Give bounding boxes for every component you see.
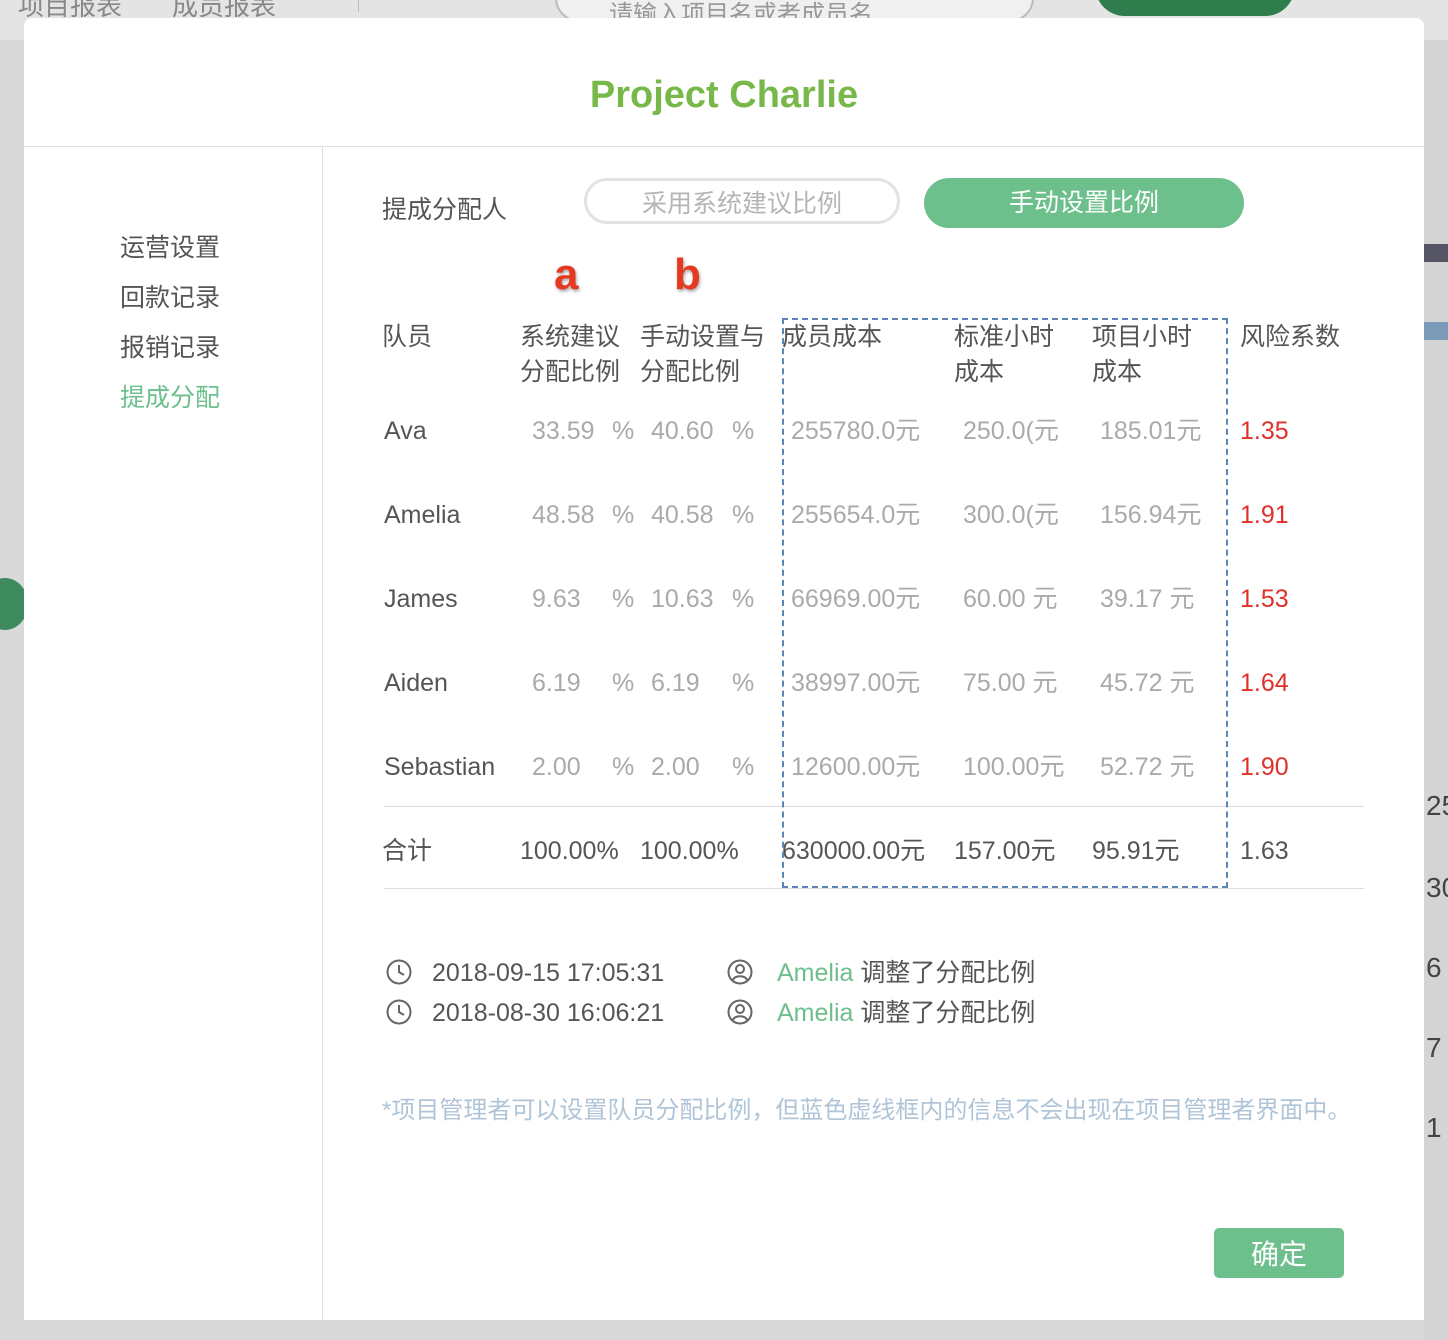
- header-member: 队员: [382, 323, 433, 351]
- percent-sign: %: [732, 585, 755, 613]
- system-ratio-value: 9.63: [532, 585, 581, 613]
- system-ratio-value: 6.19: [532, 669, 581, 697]
- percent-sign: %: [732, 669, 755, 697]
- header-system-ratio-line1: 系统建议: [520, 323, 621, 351]
- commission-assigner-label: 提成分配人: [382, 196, 508, 224]
- sidebar-item-payment-records[interactable]: 回款记录: [120, 278, 220, 314]
- header-divider: [24, 146, 1424, 147]
- manual-ratio-value[interactable]: 10.63: [651, 584, 714, 614]
- bg-number: 6: [1426, 952, 1442, 983]
- modal-title: Project Charlie: [589, 74, 859, 116]
- sidebar-divider: [322, 147, 323, 1320]
- header-risk: 风险系数: [1240, 323, 1341, 351]
- percent-sign: %: [732, 753, 755, 781]
- system-ratio-value: 33.59: [532, 417, 595, 445]
- header-manual-ratio-line1: 手动设置与: [640, 323, 766, 351]
- clock-icon: [386, 999, 412, 1025]
- log-user[interactable]: Amelia: [777, 999, 853, 1027]
- header-system-ratio-line2: 分配比例: [520, 358, 621, 386]
- manual-ratio-value[interactable]: 40.60: [651, 416, 714, 446]
- log-entry: Amelia 调整了分配比例: [777, 958, 1035, 988]
- member-name: Amelia: [384, 501, 461, 529]
- bg-green-button[interactable]: [1095, 0, 1295, 16]
- bg-blue-bar: [1424, 322, 1448, 340]
- bg-number: 30: [1426, 872, 1448, 903]
- system-ratio-value: 2.00: [532, 753, 581, 781]
- risk-value: 1.35: [1240, 417, 1289, 445]
- total-label: 合计: [382, 837, 433, 865]
- manual-ratio-button[interactable]: 手动设置比例: [924, 178, 1244, 228]
- total-manual-ratio: 100.00%: [640, 837, 739, 865]
- annotation-marker-a: a: [554, 250, 579, 299]
- percent-sign: %: [612, 501, 635, 529]
- log-entry: Amelia 调整了分配比例: [777, 998, 1035, 1028]
- manager-hidden-region: [782, 318, 1228, 888]
- sidebar-item-operation-settings[interactable]: 运营设置: [120, 228, 220, 264]
- bg-dark-bar: [1424, 244, 1448, 262]
- sidebar-item-commission-allocation[interactable]: 提成分配: [120, 378, 220, 414]
- use-system-ratio-button[interactable]: 采用系统建议比例: [584, 178, 900, 224]
- bg-number: 7: [1426, 1032, 1442, 1063]
- header-manual-ratio-line2: 分配比例: [640, 358, 741, 386]
- sidebar-item-reimbursement-records[interactable]: 报销记录: [120, 328, 220, 364]
- footnote: *项目管理者可以设置队员分配比例，但蓝色虚线框内的信息不会出现在项目管理者界面中…: [382, 1097, 1352, 1124]
- log-time: 2018-09-15 17:05:31: [432, 959, 665, 987]
- log-user[interactable]: Amelia: [777, 959, 853, 987]
- member-name: Sebastian: [384, 753, 496, 781]
- percent-sign: %: [612, 417, 635, 445]
- total-system-ratio: 100.00%: [520, 837, 619, 865]
- manual-ratio-value[interactable]: 6.19: [651, 668, 700, 698]
- risk-value: 1.91: [1240, 501, 1289, 529]
- system-ratio-value: 48.58: [532, 501, 595, 529]
- bg-number: 1: [1426, 1112, 1442, 1143]
- percent-sign: %: [732, 417, 755, 445]
- clock-icon: [386, 959, 412, 985]
- log-action: 调整了分配比例: [860, 959, 1036, 987]
- user-icon: [727, 999, 753, 1025]
- risk-value: 1.53: [1240, 585, 1289, 613]
- confirm-button[interactable]: 确定: [1214, 1228, 1344, 1278]
- bg-separator: [358, 0, 359, 12]
- percent-sign: %: [612, 669, 635, 697]
- log-action: 调整了分配比例: [860, 999, 1036, 1027]
- bg-number: 25: [1426, 790, 1448, 821]
- manual-ratio-value[interactable]: 2.00: [651, 752, 700, 782]
- member-name: Aiden: [384, 669, 448, 697]
- percent-sign: %: [612, 585, 635, 613]
- percent-sign: %: [732, 501, 755, 529]
- percent-sign: %: [612, 753, 635, 781]
- table-bottom-divider: [384, 888, 1364, 889]
- member-name: James: [384, 585, 458, 613]
- risk-value: 1.90: [1240, 753, 1289, 781]
- total-risk: 1.63: [1240, 837, 1289, 865]
- manual-ratio-value[interactable]: 40.58: [651, 500, 714, 530]
- user-icon: [727, 959, 753, 985]
- header-system-ratio: 系统建议 分配比例: [520, 320, 620, 390]
- member-name: Ava: [384, 417, 427, 445]
- background-right-strip: [1424, 40, 1448, 1340]
- risk-value: 1.64: [1240, 669, 1289, 697]
- project-modal: Project Charlie 运营设置 回款记录 报销记录 提成分配 提成分配…: [24, 18, 1424, 1320]
- annotation-marker-b: b: [674, 250, 701, 299]
- log-time: 2018-08-30 16:06:21: [432, 999, 665, 1027]
- header-manual-ratio: 手动设置与 分配比例: [640, 320, 765, 390]
